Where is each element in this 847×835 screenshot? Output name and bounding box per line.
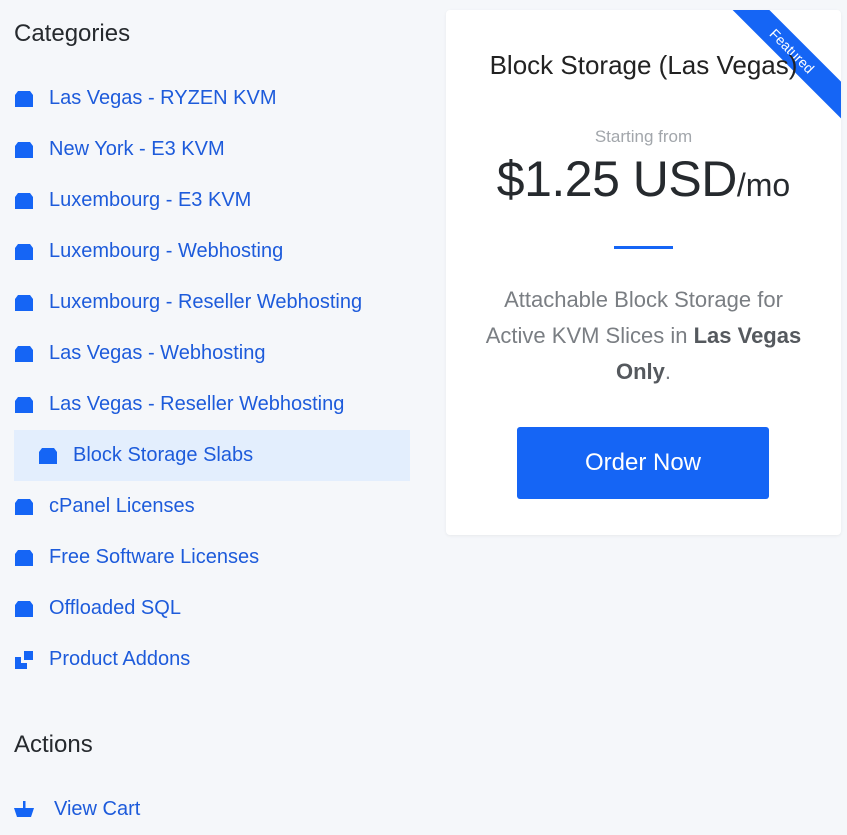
box-icon xyxy=(14,497,34,517)
action-label: View Cart xyxy=(54,798,141,820)
box-icon xyxy=(14,395,34,415)
box-icon xyxy=(14,242,34,262)
actions-heading: Actions xyxy=(14,731,93,758)
box-icon xyxy=(14,191,34,211)
box-icon xyxy=(14,344,34,364)
category-label: Free Software Licenses xyxy=(49,546,260,568)
cart-icon xyxy=(14,800,34,820)
category-label: Las Vegas - Reseller Webhosting xyxy=(49,393,345,415)
box-icon xyxy=(14,89,34,109)
starting-from-label: Starting from xyxy=(594,127,693,146)
category-item[interactable]: Luxembourg - Reseller Webhosting xyxy=(0,277,420,328)
category-label: Luxembourg - Reseller Webhosting xyxy=(49,291,363,313)
categories-heading: Categories xyxy=(14,20,131,47)
category-label: New York - E3 KVM xyxy=(49,138,225,160)
category-item[interactable]: Las Vegas - RYZEN KVM xyxy=(0,73,420,124)
product-title: Block Storage (Las Vegas) xyxy=(489,50,798,80)
price-amount: $1.25 USD xyxy=(496,151,738,207)
addons-icon xyxy=(14,650,34,670)
category-label: Las Vegas - Webhosting xyxy=(49,342,266,364)
box-icon xyxy=(14,293,34,313)
category-item[interactable]: Free Software Licenses xyxy=(0,532,420,583)
category-label: cPanel Licenses xyxy=(49,495,195,517)
category-item[interactable]: New York - E3 KVM xyxy=(0,124,420,175)
box-icon xyxy=(14,140,34,160)
category-item-active[interactable]: Block Storage Slabs xyxy=(14,430,410,481)
category-label: Product Addons xyxy=(49,648,191,670)
product-card: Featured Block Storage (Las Vegas) Start… xyxy=(446,10,841,535)
category-label: Las Vegas - RYZEN KVM xyxy=(49,87,277,109)
description-end: . xyxy=(664,359,672,384)
price-period: /mo xyxy=(736,167,791,203)
order-now-button[interactable]: Order Now xyxy=(517,427,769,499)
box-icon xyxy=(14,599,34,619)
category-item[interactable]: cPanel Licenses xyxy=(0,481,420,532)
product-price: $1.25 USD/mo xyxy=(446,150,841,208)
box-icon xyxy=(14,548,34,568)
category-item[interactable]: Offloaded SQL xyxy=(0,583,420,634)
category-item[interactable]: Luxembourg - Webhosting xyxy=(0,226,420,277)
box-icon xyxy=(38,446,58,466)
categories-list: Las Vegas - RYZEN KVM New York - E3 KVM … xyxy=(0,73,420,685)
category-label: Luxembourg - E3 KVM xyxy=(49,189,252,211)
product-description: Attachable Block Storage for Active KVM … xyxy=(476,282,811,390)
price-divider xyxy=(614,246,673,249)
category-label: Block Storage Slabs xyxy=(73,444,254,466)
category-item[interactable]: Product Addons xyxy=(0,634,420,685)
category-label: Luxembourg - Webhosting xyxy=(49,240,284,262)
category-item[interactable]: Las Vegas - Webhosting xyxy=(0,328,420,379)
category-item[interactable]: Las Vegas - Reseller Webhosting xyxy=(0,379,420,430)
category-item[interactable]: Luxembourg - E3 KVM xyxy=(0,175,420,226)
actions-list: View Cart xyxy=(0,784,420,835)
view-cart-link[interactable]: View Cart xyxy=(0,784,420,835)
category-label: Offloaded SQL xyxy=(49,597,181,619)
